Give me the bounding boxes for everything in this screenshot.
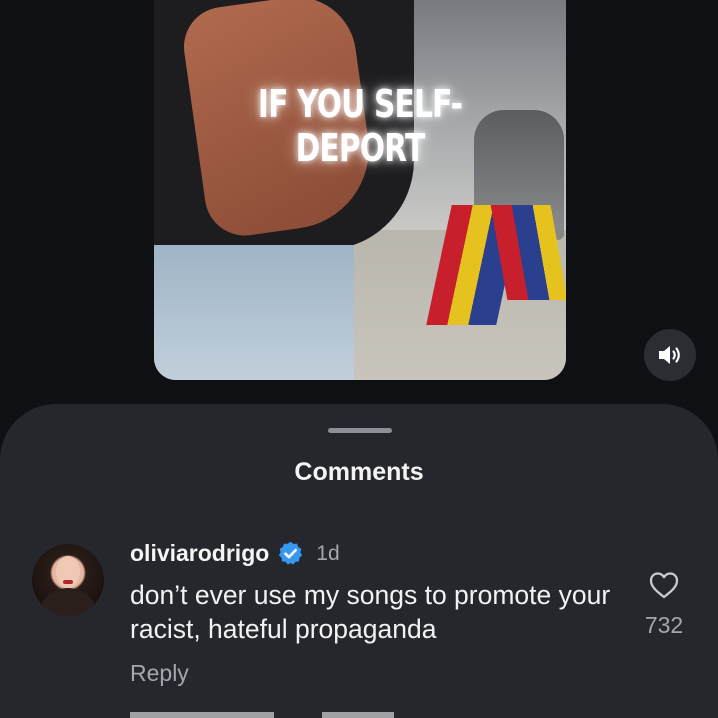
comment-text: don’t ever use my songs to promote your … — [130, 580, 611, 644]
next-comment-partial — [130, 712, 610, 718]
video-player[interactable]: IF YOU SELF-DEPORT — [154, 0, 566, 380]
comment-timestamp: 1d — [316, 541, 340, 565]
comment-username[interactable]: oliviarodrigo — [130, 540, 269, 567]
sheet-drag-handle[interactable] — [328, 428, 392, 433]
reels-screen: IF YOU SELF-DEPORT Comments oliviarodrig… — [0, 0, 718, 718]
reply-button[interactable]: Reply — [130, 660, 189, 687]
speaker-on-icon — [659, 346, 680, 364]
video-jeans — [154, 245, 354, 380]
like-count: 732 — [644, 612, 684, 638]
avatar-lips — [63, 580, 73, 584]
avatar[interactable] — [32, 544, 104, 616]
sound-toggle-button[interactable] — [644, 329, 696, 381]
avatar-body — [38, 588, 98, 616]
heart-outline-icon[interactable] — [648, 570, 680, 600]
video-caption-overlay: IF YOU SELF-DEPORT — [257, 82, 463, 170]
comment-header: oliviarodrigo 1d — [130, 540, 340, 567]
comments-sheet: Comments oliviarodrigo 1d Reply 732 — [0, 404, 718, 718]
verified-badge-icon — [279, 541, 303, 565]
comments-title: Comments — [294, 458, 424, 486]
